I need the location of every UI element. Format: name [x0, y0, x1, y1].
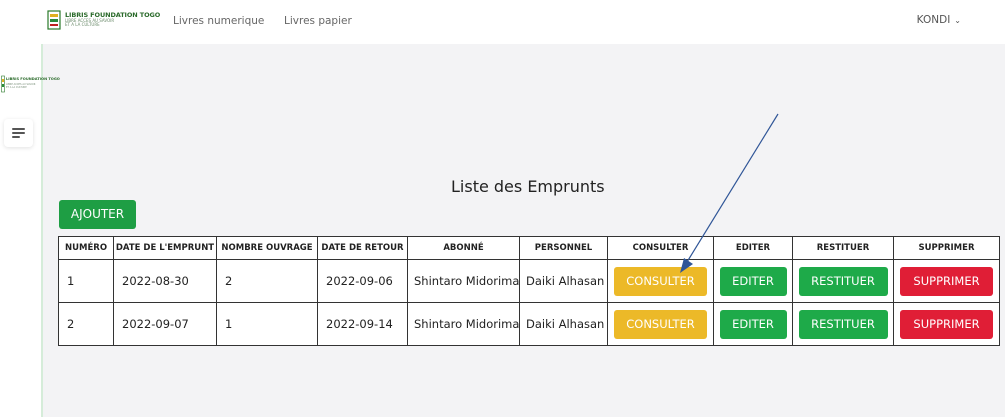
editer-button[interactable]: EDITER: [719, 266, 787, 296]
cell-restituer: RESTITUER: [792, 259, 894, 303]
user-name: KONDI: [916, 14, 951, 26]
cell-nombre-ouvrage: 2: [216, 259, 318, 303]
cell-nombre-ouvrage: 1: [216, 302, 318, 346]
sidebar: LIBRIS FOUNDATION TOGO LIBRE ACCES AU SA…: [0, 44, 60, 417]
user-dropdown[interactable]: KONDI ⌄: [917, 14, 961, 26]
cell-numero: 1: [58, 259, 114, 303]
brand-logo[interactable]: LIBRIS FOUNDATION TOGO LIBRE ACCES AU SA…: [47, 10, 160, 30]
cell-personnel: Daiki Alhasan: [519, 259, 608, 303]
cell-date-retour: 2022-09-06: [317, 259, 408, 303]
cell-abonne: Shintaro Midorima: [407, 302, 520, 346]
sidebar-brand-tagline: LIBRE ACCES AU SAVOIR ET A LA CULTURE: [6, 83, 35, 89]
hamburger-menu-icon[interactable]: [4, 119, 33, 147]
cell-date-retour: 2022-09-14: [317, 302, 408, 346]
cell-supprimer: SUPPRIMER: [893, 302, 1000, 346]
cell-editer: EDITER: [713, 259, 793, 303]
header-personnel: PERSONNEL: [519, 236, 608, 260]
cell-editer: EDITER: [713, 302, 793, 346]
cell-restituer: RESTITUER: [792, 302, 894, 346]
brand-tagline: LIBRE ACCES AU SAVOIR ET A LA CULTURE: [65, 19, 114, 27]
sidebar-brand-name: LIBRIS FOUNDATION TOGO: [6, 77, 60, 81]
supprimer-button[interactable]: SUPPRIMER: [900, 266, 993, 296]
header-consulter: CONSULTER: [607, 236, 714, 260]
table-row: 2 2022-09-07 1 2022-09-14 Shintaro Midor…: [58, 302, 1000, 346]
chevron-down-icon: ⌄: [954, 16, 961, 25]
header-restituer: RESTITUER: [792, 236, 894, 260]
brand-tagline-line-2: ET A LA CULTURE: [65, 22, 100, 27]
header-supprimer: SUPPRIMER: [893, 236, 1000, 260]
cell-abonne: Shintaro Midorima: [407, 259, 520, 303]
loans-table: NUMÉRO DATE DE L'EMPRUNT NOMBRE OUVRAGE …: [58, 236, 1000, 346]
table-row: 1 2022-08-30 2 2022-09-06 Shintaro Midor…: [58, 259, 1000, 303]
cell-supprimer: SUPPRIMER: [893, 259, 1000, 303]
logo-emblem-icon: [47, 10, 61, 30]
page-title: Liste des Emprunts: [451, 177, 605, 196]
cell-consulter: CONSULTER: [607, 259, 714, 303]
restituer-button[interactable]: RESTITUER: [798, 309, 888, 339]
nav-link-livres-numerique[interactable]: Livres numerique: [173, 15, 264, 27]
sidebar-tagline-line-2: ET A LA CULTURE: [6, 86, 27, 89]
supprimer-button[interactable]: SUPPRIMER: [900, 309, 993, 339]
table-header-row: NUMÉRO DATE DE L'EMPRUNT NOMBRE OUVRAGE …: [58, 236, 1000, 260]
header-abonne: ABONNÉ: [407, 236, 520, 260]
header-nombre-ouvrage: NOMBRE OUVRAGE: [216, 236, 318, 260]
restituer-button[interactable]: RESTITUER: [798, 266, 888, 296]
header-editer: EDITER: [713, 236, 793, 260]
cell-numero: 2: [58, 302, 114, 346]
editer-button[interactable]: EDITER: [719, 309, 787, 339]
top-navbar: LIBRIS FOUNDATION TOGO LIBRE ACCES AU SA…: [0, 0, 1005, 44]
sidebar-logo[interactable]: LIBRIS FOUNDATION TOGO LIBRE ACCES AU SA…: [1, 75, 60, 93]
cell-personnel: Daiki Alhasan: [519, 302, 608, 346]
annotation-arrow: [680, 113, 779, 273]
cell-date-emprunt: 2022-09-07: [113, 302, 217, 346]
nav-link-livres-papier[interactable]: Livres papier: [284, 15, 352, 27]
header-date-retour: DATE DE RETOUR: [317, 236, 408, 260]
add-button[interactable]: AJOUTER: [59, 200, 136, 229]
cell-consulter: CONSULTER: [607, 302, 714, 346]
consulter-button[interactable]: CONSULTER: [614, 309, 707, 339]
cell-date-emprunt: 2022-08-30: [113, 259, 217, 303]
consulter-button[interactable]: CONSULTER: [614, 266, 707, 296]
header-numero: NUMÉRO: [58, 236, 114, 260]
header-date-emprunt: DATE DE L'EMPRUNT: [113, 236, 217, 260]
sidebar-logo-emblem-icon: [1, 75, 5, 93]
